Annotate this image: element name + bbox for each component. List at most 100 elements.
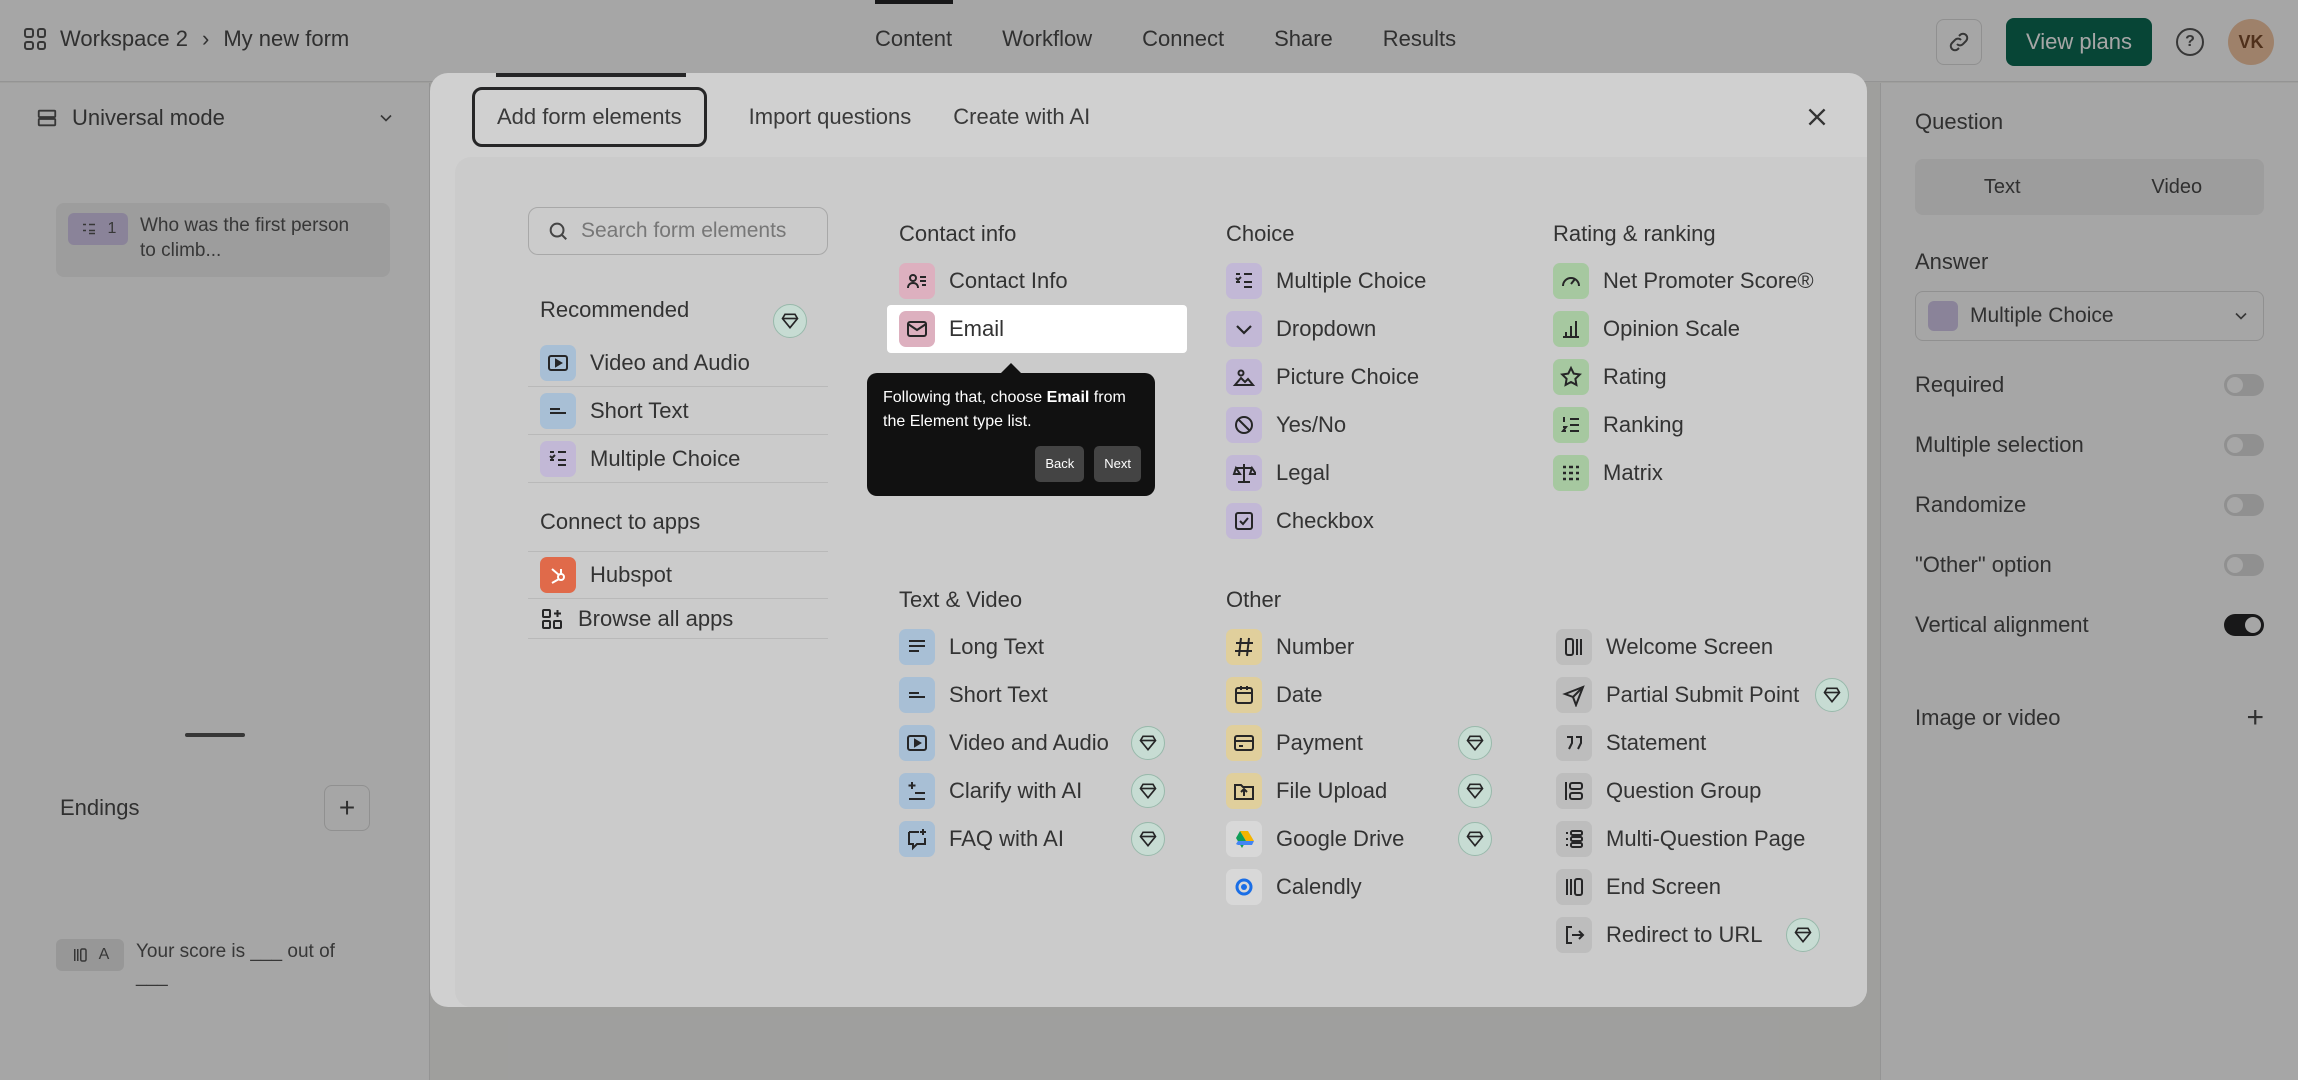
element-question-group[interactable]: Question Group — [1556, 767, 1856, 815]
element-multi-question-page[interactable]: Multi-Question Page — [1556, 815, 1856, 863]
tooltip-actions: Back Next — [1035, 446, 1141, 482]
search-icon — [549, 222, 567, 240]
tooltip-back-button[interactable]: Back — [1035, 446, 1085, 482]
multiple-choice-icon — [540, 440, 576, 477]
element-partial-submit[interactable]: Partial Submit Point — [1556, 671, 1856, 719]
element-picture-choice[interactable]: Picture Choice — [1226, 353, 1526, 401]
element-ranking[interactable]: Ranking — [1553, 401, 1853, 449]
folder-upload-icon — [1226, 773, 1262, 809]
recommended-short-text[interactable]: Short Text — [528, 387, 828, 435]
item-label: Short Text — [590, 397, 689, 423]
clarify-ai-icon — [899, 773, 935, 809]
redirect-icon — [1556, 917, 1592, 953]
element-label: Multi-Question Page — [1606, 826, 1806, 851]
close-button[interactable] — [1797, 97, 1837, 137]
tab-create-with-ai[interactable]: Create with AI — [953, 90, 1090, 144]
element-nps[interactable]: Net Promoter Score® — [1553, 257, 1853, 305]
tab-add-form-elements[interactable]: Add form elements — [472, 87, 707, 147]
element-calendly[interactable]: Calendly — [1226, 863, 1526, 911]
element-label: Short Text — [949, 682, 1048, 707]
element-payment[interactable]: Payment — [1226, 719, 1526, 767]
element-short-text[interactable]: Short Text — [899, 671, 1199, 719]
gauge-icon — [1553, 263, 1589, 299]
active-tab-indicator — [496, 73, 686, 77]
search-placeholder: Search form elements — [581, 219, 787, 242]
element-date[interactable]: Date — [1226, 671, 1526, 719]
modal-body: Search form elements Recommended Video a… — [455, 157, 1867, 1007]
end-screen-icon — [1556, 869, 1592, 905]
element-file-upload[interactable]: File Upload — [1226, 767, 1526, 815]
video-icon — [540, 344, 576, 381]
element-label: Opinion Scale — [1603, 316, 1740, 341]
item-label: Browse all apps — [578, 605, 734, 631]
element-welcome-screen[interactable]: Welcome Screen — [1556, 623, 1856, 671]
checkbox-icon — [1226, 503, 1262, 539]
element-number[interactable]: Number — [1226, 623, 1526, 671]
element-dropdown[interactable]: Dropdown — [1226, 305, 1526, 353]
google-drive-icon — [1226, 821, 1262, 857]
element-label: Rating — [1603, 364, 1667, 389]
element-label: Ranking — [1603, 412, 1684, 437]
browse-all-apps[interactable]: Browse all apps — [528, 599, 828, 639]
element-rating[interactable]: Rating — [1553, 353, 1853, 401]
add-elements-modal: Add form elements Import questions Creat… — [430, 73, 1867, 1007]
contact-info-icon — [899, 263, 935, 299]
element-checkbox[interactable]: Checkbox — [1226, 497, 1526, 545]
rating-section: Rating & ranking Net Promoter Score® Opi… — [1553, 221, 1853, 497]
rating-label: Rating & ranking — [1553, 221, 1716, 246]
element-contact-info[interactable]: Contact Info — [899, 257, 1199, 305]
element-redirect-url[interactable]: Redirect to URL — [1556, 911, 1856, 959]
recommended-video-audio[interactable]: Video and Audio — [528, 304, 828, 387]
element-opinion-scale[interactable]: Opinion Scale — [1553, 305, 1853, 353]
apps-label: Connect to apps — [540, 509, 701, 534]
tab-import-questions[interactable]: Import questions — [749, 90, 912, 144]
element-label: Clarify with AI — [949, 778, 1083, 803]
recommended-multiple-choice[interactable]: Multiple Choice — [528, 435, 828, 483]
element-end-screen[interactable]: End Screen — [1556, 863, 1856, 911]
tooltip-next-button[interactable]: Next — [1094, 446, 1141, 482]
item-label: Hubspot — [590, 562, 672, 587]
calendly-icon — [1226, 869, 1262, 905]
element-email[interactable]: Email — [887, 305, 1187, 353]
element-video-audio[interactable]: Video and Audio — [899, 719, 1199, 767]
text-video-section: Text & Video Long Text Short Text Video … — [899, 587, 1199, 863]
contact-info-section: Contact info Contact Info Email — [887, 221, 1199, 353]
yes-no-icon — [1226, 407, 1262, 443]
element-label: Matrix — [1603, 460, 1663, 485]
premium-diamond-icon — [1815, 678, 1849, 712]
tooltip-bold: Email — [1046, 389, 1090, 406]
premium-diamond-icon — [1458, 774, 1492, 808]
element-statement[interactable]: Statement — [1556, 719, 1856, 767]
star-icon — [1553, 359, 1589, 395]
long-text-icon — [899, 629, 935, 665]
element-clarify-ai[interactable]: Clarify with AI — [899, 767, 1199, 815]
element-yes-no[interactable]: Yes/No — [1226, 401, 1526, 449]
premium-diamond-icon — [1786, 918, 1820, 952]
search-field[interactable]: Search form elements — [528, 207, 828, 255]
short-text-icon — [899, 677, 935, 713]
premium-diamond-icon — [1458, 726, 1492, 760]
multi-question-icon — [1556, 821, 1592, 857]
onboarding-tooltip: Following that, choose Email from the El… — [867, 363, 1155, 496]
element-faq-ai[interactable]: FAQ with AI — [899, 815, 1199, 863]
credit-card-icon — [1226, 725, 1262, 761]
element-label: Google Drive — [1276, 826, 1405, 851]
element-long-text[interactable]: Long Text — [899, 623, 1199, 671]
close-icon — [1808, 108, 1826, 126]
recommended-section: Recommended Video and Audio Short Text M… — [528, 297, 828, 639]
modal-tabs: Add form elements Import questions Creat… — [472, 87, 1090, 147]
app-hubspot[interactable]: Hubspot — [528, 551, 828, 599]
element-label: Welcome Screen — [1606, 634, 1774, 659]
chat-sparkle-icon — [899, 821, 935, 857]
element-label: Number — [1276, 634, 1355, 659]
calendar-icon — [1226, 677, 1262, 713]
element-label: Net Promoter Score® — [1603, 268, 1814, 293]
ranking-icon — [1553, 407, 1589, 443]
premium-diamond-icon — [1131, 774, 1165, 808]
bar-chart-icon — [1553, 311, 1589, 347]
element-legal[interactable]: Legal — [1226, 449, 1526, 497]
element-matrix[interactable]: Matrix — [1553, 449, 1853, 497]
element-google-drive[interactable]: Google Drive — [1226, 815, 1526, 863]
quote-icon — [1556, 725, 1592, 761]
element-multiple-choice[interactable]: Multiple Choice — [1226, 257, 1526, 305]
